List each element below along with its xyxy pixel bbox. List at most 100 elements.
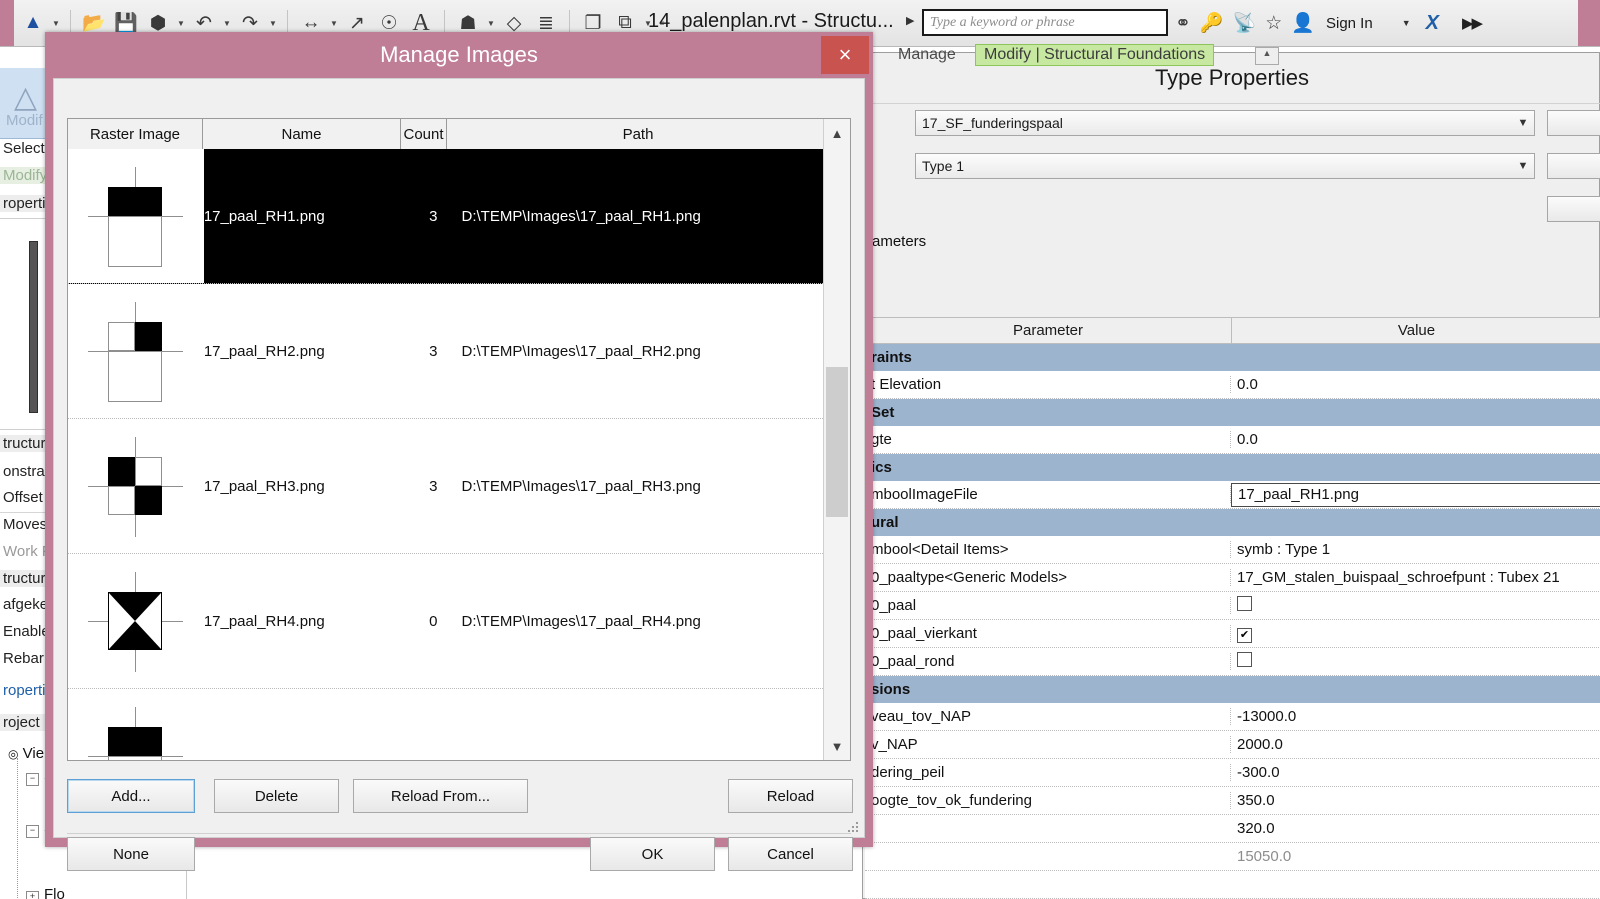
- tree-collapse-icon[interactable]: −: [26, 773, 39, 786]
- type-combo[interactable]: Type 1 ▼: [915, 153, 1535, 179]
- parameter-row[interactable]: veau_tov_NAP -13000.0: [865, 703, 1600, 731]
- parameter-value[interactable]: 0.0: [1231, 376, 1600, 393]
- sidebar-item-properties-link[interactable]: roperti: [0, 682, 46, 699]
- parameter-row[interactable]: mbool<Detail Items> symb : Type 1: [865, 536, 1600, 564]
- sidebar-item-enable[interactable]: Enable: [0, 623, 50, 640]
- table-row[interactable]: 17_paal_RH2.png 3 D:\TEMP\Images\17_paal_R…: [68, 284, 825, 419]
- parameter-value[interactable]: 0.0: [1231, 431, 1600, 448]
- duplicate-button[interactable]: [1547, 153, 1600, 179]
- tree-item-floor-plans[interactable]: Flo: [44, 886, 65, 899]
- reload-from-button[interactable]: Reload From...: [353, 779, 528, 813]
- parameter-name: 0_paal_rond: [865, 653, 1231, 670]
- parameter-value[interactable]: 17_GM_stalen_buispaal_schroefpunt : Tube…: [1231, 569, 1600, 586]
- parameter-name: mboolImageFile: [865, 486, 1231, 503]
- parameter-row[interactable]: 15050.0: [865, 843, 1600, 871]
- close-icon[interactable]: ×: [821, 36, 869, 74]
- delete-button[interactable]: Delete: [214, 779, 339, 813]
- scrollbar-thumb[interactable]: [826, 367, 848, 517]
- parameter-row[interactable]: 0_paal_vierkant ✔: [865, 620, 1600, 648]
- none-button[interactable]: None: [67, 837, 195, 871]
- sign-in-caret-icon[interactable]: ▼: [1402, 18, 1411, 28]
- parameter-value[interactable]: [1231, 596, 1600, 615]
- star-icon[interactable]: ☆: [1265, 12, 1282, 35]
- image-path-cell: D:\TEMP\Images\17_paal_RH3.png: [461, 477, 701, 495]
- sidebar-item-rebar[interactable]: Rebar: [0, 650, 44, 667]
- sign-in-label[interactable]: Sign In: [1326, 15, 1373, 32]
- column-name[interactable]: Name: [203, 119, 401, 149]
- parameter-row[interactable]: [865, 871, 1600, 899]
- images-grid-scrollbar[interactable]: ▲ ▼: [823, 119, 850, 760]
- revit-logo-icon[interactable]: ▲: [18, 7, 48, 39]
- parameter-row[interactable]: gte 0.0: [865, 426, 1600, 454]
- parameter-value[interactable]: 2000.0: [1231, 736, 1600, 753]
- table-row[interactable]: 17_paal_RH1.png 3 D:\TEMP\Images\17_paal_R…: [68, 149, 825, 284]
- parameter-value[interactable]: 15050.0: [1231, 848, 1600, 865]
- ribbon-pin-icon[interactable]: ▲: [1255, 47, 1279, 65]
- tree-item-views[interactable]: ◎ Vie: [8, 745, 44, 762]
- parameter-name: oogte_tov_ok_fundering: [865, 792, 1231, 809]
- raster-image-thumbnail: [68, 419, 204, 553]
- parameter-value[interactable]: -300.0: [1231, 764, 1600, 781]
- search-input[interactable]: Type a keyword or phrase: [922, 9, 1168, 36]
- parameter-row[interactable]: 320.0: [865, 815, 1600, 843]
- rename-button[interactable]: [1547, 196, 1600, 222]
- column-raster-image[interactable]: Raster Image: [68, 119, 203, 149]
- parameter-value[interactable]: 17_paal_RH1.png: [1231, 482, 1600, 507]
- ok-button[interactable]: OK: [590, 837, 715, 871]
- scroll-down-icon[interactable]: ▼: [824, 732, 850, 760]
- person-icon[interactable]: 👤: [1291, 11, 1315, 35]
- parameter-value[interactable]: 350.0: [1231, 792, 1600, 809]
- exchange-app-icon[interactable]: X: [1426, 12, 1439, 35]
- parameter-row[interactable]: mboolImageFile 17_paal_RH1.png: [865, 481, 1600, 509]
- parameter-row[interactable]: dering_peil -300.0: [865, 759, 1600, 787]
- cancel-button[interactable]: Cancel: [728, 837, 853, 871]
- key-icon[interactable]: 🔑: [1200, 11, 1224, 35]
- parameter-value[interactable]: ✔: [1231, 625, 1600, 643]
- window-frame-right: [1578, 0, 1600, 46]
- parameter-row[interactable]: 0_paaltype<Generic Models> 17_GM_stalen_b…: [865, 564, 1600, 592]
- tree-expand-icon-floor[interactable]: +: [26, 891, 39, 899]
- table-row[interactable]: [68, 689, 825, 760]
- dialog-body: Raster Image Name Count Path 17_paal_RH1…: [53, 78, 865, 871]
- column-path[interactable]: Path: [447, 119, 829, 149]
- window-frame-left: [0, 0, 14, 46]
- sidebar-item-moves[interactable]: Moves: [0, 516, 47, 533]
- reload-button[interactable]: Reload: [728, 779, 853, 813]
- parameter-row[interactable]: oogte_tov_ok_fundering 350.0: [865, 787, 1600, 815]
- parameters-label: rameters: [867, 233, 927, 250]
- ribbon-tab-manage[interactable]: Manage: [898, 46, 956, 64]
- sidebar-item-select[interactable]: Select: [0, 140, 45, 157]
- sidebar-item-offset[interactable]: Offset: [0, 489, 43, 506]
- parameter-name: veau_tov_NAP: [865, 708, 1231, 725]
- sidebar-item-work-plane[interactable]: Work F: [0, 543, 51, 560]
- parameter-value[interactable]: [1231, 652, 1600, 671]
- ribbon-tab-modify-structural-foundations[interactable]: Modify | Structural Foundations: [975, 44, 1215, 66]
- load-button[interactable]: [1547, 110, 1600, 136]
- table-row[interactable]: 17_paal_RH4.png 0 D:\TEMP\Images\17_paal_R…: [68, 554, 825, 689]
- satellite-icon[interactable]: 📡: [1233, 11, 1257, 35]
- column-count[interactable]: Count: [401, 119, 447, 149]
- checkbox-checked-icon[interactable]: ✔: [1237, 627, 1252, 643]
- parameter-row[interactable]: t Elevation 0.0: [865, 371, 1600, 399]
- sidebar-item-constraints[interactable]: onstra: [0, 463, 45, 480]
- parameter-name: 0_paal_vierkant: [865, 625, 1231, 642]
- sidebar-item-afgekeurd[interactable]: afgeke: [0, 596, 48, 613]
- parameter-value[interactable]: symb : Type 1: [1231, 541, 1600, 558]
- checkbox-unchecked-icon[interactable]: [1237, 596, 1252, 611]
- binoculars-icon[interactable]: ⚭: [1175, 12, 1191, 35]
- checkbox-unchecked-icon[interactable]: [1237, 652, 1252, 667]
- title-expand-icon[interactable]: ▶: [906, 14, 914, 27]
- expand-ribbon-icon[interactable]: ▶▶: [1462, 14, 1483, 32]
- add-button[interactable]: Add...: [67, 779, 195, 813]
- table-row[interactable]: 17_paal_RH3.png 3 D:\TEMP\Images\17_paal_R…: [68, 419, 825, 554]
- parameter-row[interactable]: v_NAP 2000.0: [865, 731, 1600, 759]
- scroll-up-icon[interactable]: ▲: [824, 119, 850, 147]
- parameter-value[interactable]: 320.0: [1231, 820, 1600, 837]
- image-path-cell: D:\TEMP\Images\17_paal_RH2.png: [461, 342, 701, 360]
- tree-collapse-icon-2[interactable]: −: [26, 825, 39, 838]
- family-combo[interactable]: 17_SF_funderingspaal ▼: [915, 110, 1535, 136]
- parameter-value[interactable]: -13000.0: [1231, 708, 1600, 725]
- parameter-row[interactable]: 0_paal_rond: [865, 648, 1600, 676]
- parameter-row[interactable]: 0_paal: [865, 592, 1600, 620]
- resize-grip[interactable]: [848, 822, 860, 834]
